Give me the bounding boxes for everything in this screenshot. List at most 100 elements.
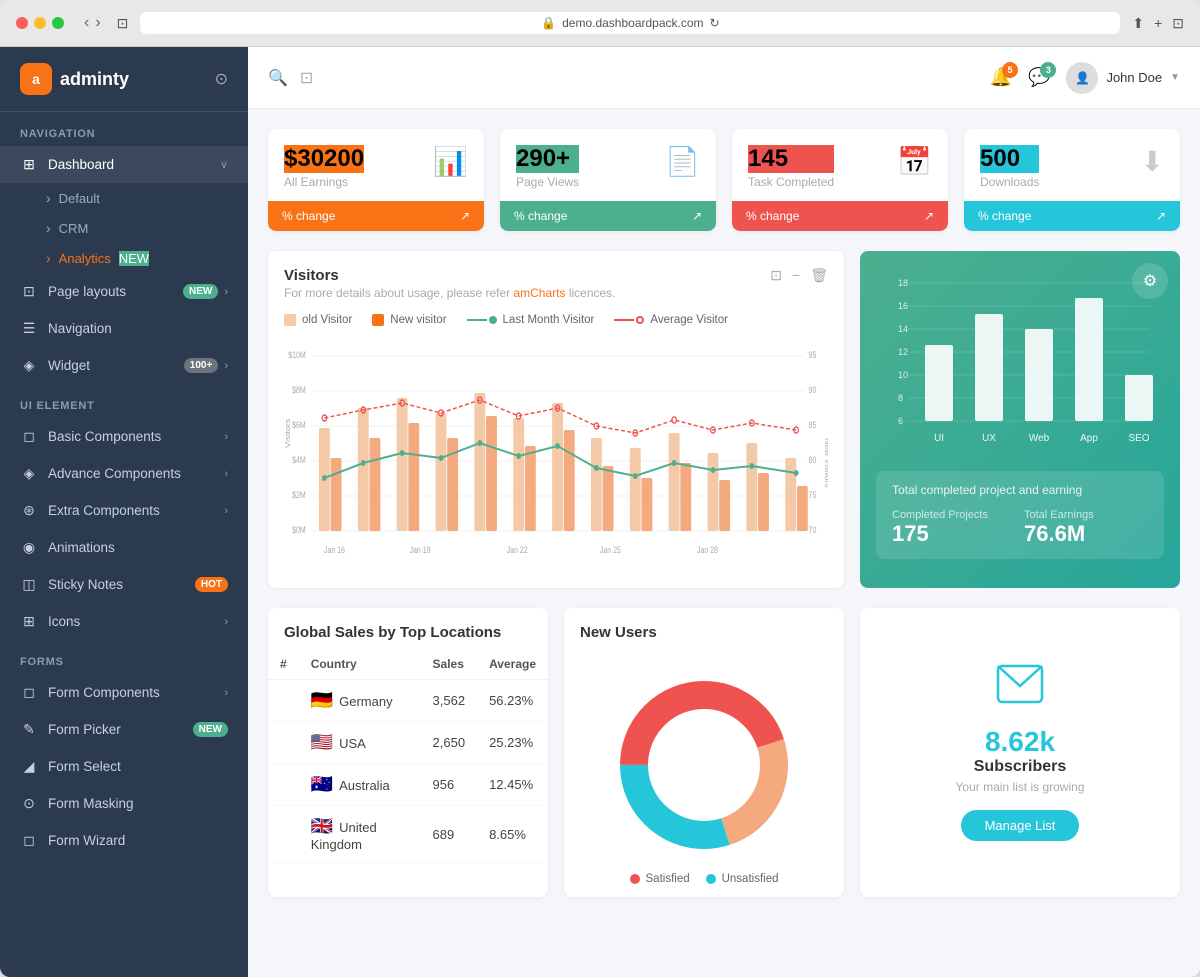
sidebar-item-extra-components[interactable]: ⊛ Extra Components ›	[0, 492, 248, 529]
visitors-panel-title-area: Visitors For more details about usage, p…	[284, 267, 616, 300]
sidebar-item-form-picker[interactable]: ✎ Form Picker NEW	[0, 711, 248, 748]
satisfied-dot	[630, 874, 640, 884]
user-chevron-icon: ▼	[1170, 72, 1180, 83]
amcharts-link[interactable]: amCharts	[513, 286, 565, 300]
messages-badge: 3	[1040, 62, 1056, 78]
row-num	[268, 806, 299, 863]
sidebar-subitem-analytics[interactable]: Analytics NEW	[0, 243, 248, 273]
row-country: 🇦🇺Australia	[299, 764, 421, 806]
legend-line-last	[467, 319, 487, 321]
app-container: a adminty ⊙ Navigation ⊞ Dashboard ∨ Def…	[0, 47, 1200, 977]
logo-icon: a	[20, 63, 52, 95]
sidebar-item-advance-components[interactable]: ◈ Advance Components ›	[0, 455, 248, 492]
sidebar-item-form-components[interactable]: ◻ Form Components ›	[0, 674, 248, 711]
gear-button[interactable]: ⚙	[1132, 263, 1168, 299]
stat-card-earnings: $30200 All Earnings 📊 % change ↗	[268, 129, 484, 231]
sidebar-item-form-wizard[interactable]: ◻ Form Wizard	[0, 822, 248, 859]
back-icon[interactable]: ‹	[84, 14, 89, 32]
nav-section-label: Navigation	[0, 112, 248, 146]
stat-change-label-downloads: % change	[978, 209, 1031, 223]
svg-text:$0M: $0M	[292, 525, 306, 535]
svg-text:16: 16	[898, 301, 908, 311]
sidebar-item-form-select[interactable]: ◢ Form Select	[0, 748, 248, 785]
dashboard-icon: ⊞	[20, 156, 38, 173]
notifications-button[interactable]: 🔔 5	[990, 67, 1012, 88]
svg-text:85: 85	[809, 420, 817, 430]
search-icon[interactable]: 🔍	[268, 68, 288, 88]
widget-label: Widget	[48, 358, 90, 373]
sidebar-item-dashboard[interactable]: ⊞ Dashboard ∨	[0, 146, 248, 183]
analytics-badge: NEW	[119, 251, 149, 266]
svg-text:95: 95	[809, 350, 817, 360]
form-components-icon: ◻	[20, 684, 38, 701]
stat-change-label-pageviews: % change	[514, 209, 567, 223]
advance-components-icon: ◈	[20, 465, 38, 482]
close-panel-icon[interactable]: 🗑	[810, 267, 828, 284]
tab-list-icon[interactable]: ⊡	[1172, 15, 1184, 32]
sidebar: a adminty ⊙ Navigation ⊞ Dashboard ∨ Def…	[0, 47, 248, 977]
stat-bottom-pageviews[interactable]: % change ↗	[500, 201, 716, 231]
sidebar-item-animations[interactable]: ◉ Animations	[0, 529, 248, 566]
stat-label-tasks: Task Completed	[748, 175, 834, 189]
expand-panel-icon[interactable]: ⊡	[770, 267, 782, 284]
completed-value: 175	[892, 521, 1016, 547]
sidebar-item-icons[interactable]: ⊞ Icons ›	[0, 603, 248, 640]
sidebar-toggle[interactable]: ⊙	[215, 69, 228, 89]
stat-card-top-pageviews: 290+ Page Views 📄	[500, 129, 716, 201]
form-components-label: Form Components	[48, 685, 160, 700]
sidebar-item-page-layouts[interactable]: ⊡ Page layouts NEW ›	[0, 273, 248, 310]
sidebar-item-navigation[interactable]: ☰ Navigation	[0, 310, 248, 347]
unsatisfied-dot	[706, 874, 716, 884]
close-dot[interactable]	[16, 17, 28, 29]
sidebar-subitem-default[interactable]: Default	[0, 183, 248, 213]
row-country: 🇩🇪Germany	[299, 680, 421, 722]
sidebar-item-form-masking[interactable]: ⊙ Form Masking	[0, 785, 248, 822]
forward-icon[interactable]: ›	[95, 14, 100, 32]
stat-bottom-downloads[interactable]: % change ↗	[964, 201, 1180, 231]
widget-icon: ◈	[20, 357, 38, 374]
basic-components-label: Basic Components	[48, 429, 161, 444]
form-wizard-label: Form Wizard	[48, 833, 125, 848]
stat-bottom-earnings[interactable]: % change ↗	[268, 201, 484, 231]
subscriber-count: 8.62k	[985, 726, 1055, 758]
table-row: 🇦🇺Australia 956 12.45%	[268, 764, 548, 806]
form-masking-icon: ⊙	[20, 795, 38, 812]
icons-arrow: ›	[224, 616, 228, 628]
minimize-dot[interactable]	[34, 17, 46, 29]
sidebar-subitem-crm[interactable]: CRM	[0, 213, 248, 243]
stat-bottom-tasks[interactable]: % change ↗	[732, 201, 948, 231]
messages-button[interactable]: 💬 3	[1028, 67, 1050, 88]
row-avg: 25.23%	[477, 722, 548, 764]
content-area: $30200 All Earnings 📊 % change ↗	[248, 109, 1200, 977]
form-select-label: Form Select	[48, 759, 121, 774]
sidebar-item-widget[interactable]: ◈ Widget 100+ ›	[0, 347, 248, 384]
col-country: Country	[299, 649, 421, 680]
expand-icon[interactable]: ⊡	[300, 68, 313, 88]
navigation-label: Navigation	[48, 321, 112, 336]
row-num	[268, 722, 299, 764]
sidebar-item-sticky-notes[interactable]: ◫ Sticky Notes HOT	[0, 566, 248, 603]
svg-text:Jan 25: Jan 25	[600, 545, 621, 555]
manage-list-button[interactable]: Manage List	[961, 810, 1080, 841]
minimize-panel-icon[interactable]: −	[792, 267, 800, 284]
address-bar[interactable]: 🔒 demo.dashboardpack.com ↻	[140, 12, 1120, 34]
security-icon: 🔒	[541, 16, 556, 30]
legend-circle-last	[489, 316, 497, 324]
reload-icon[interactable]: ↻	[710, 16, 720, 30]
svg-text:$8M: $8M	[292, 385, 306, 395]
basic-components-arrow: ›	[224, 431, 228, 443]
main-content: 🔍 ⊡ 🔔 5 💬 3 👤 John Doe ▼	[248, 47, 1200, 977]
new-tab-icon[interactable]: +	[1154, 15, 1162, 32]
stats-grid: $30200 All Earnings 📊 % change ↗	[268, 129, 1180, 231]
maximize-dot[interactable]	[52, 17, 64, 29]
share-icon[interactable]: ⬆	[1132, 15, 1144, 32]
visitors-panel: Visitors For more details about usage, p…	[268, 251, 844, 588]
sidebar-item-basic-components[interactable]: ◻ Basic Components ›	[0, 418, 248, 455]
svg-text:Jan 28: Jan 28	[697, 545, 718, 555]
green-panel-stats: Completed Projects 175 Total Earnings 76…	[892, 509, 1148, 547]
page-layouts-badge: NEW	[183, 284, 218, 299]
visitors-chart-area: $10M $8M $6M $4M $2M $0M 95 90 85 80	[268, 338, 844, 588]
user-menu[interactable]: 👤 John Doe ▼	[1066, 62, 1180, 94]
forms-section-label: Forms	[0, 640, 248, 674]
legend-dot-new	[372, 314, 384, 326]
